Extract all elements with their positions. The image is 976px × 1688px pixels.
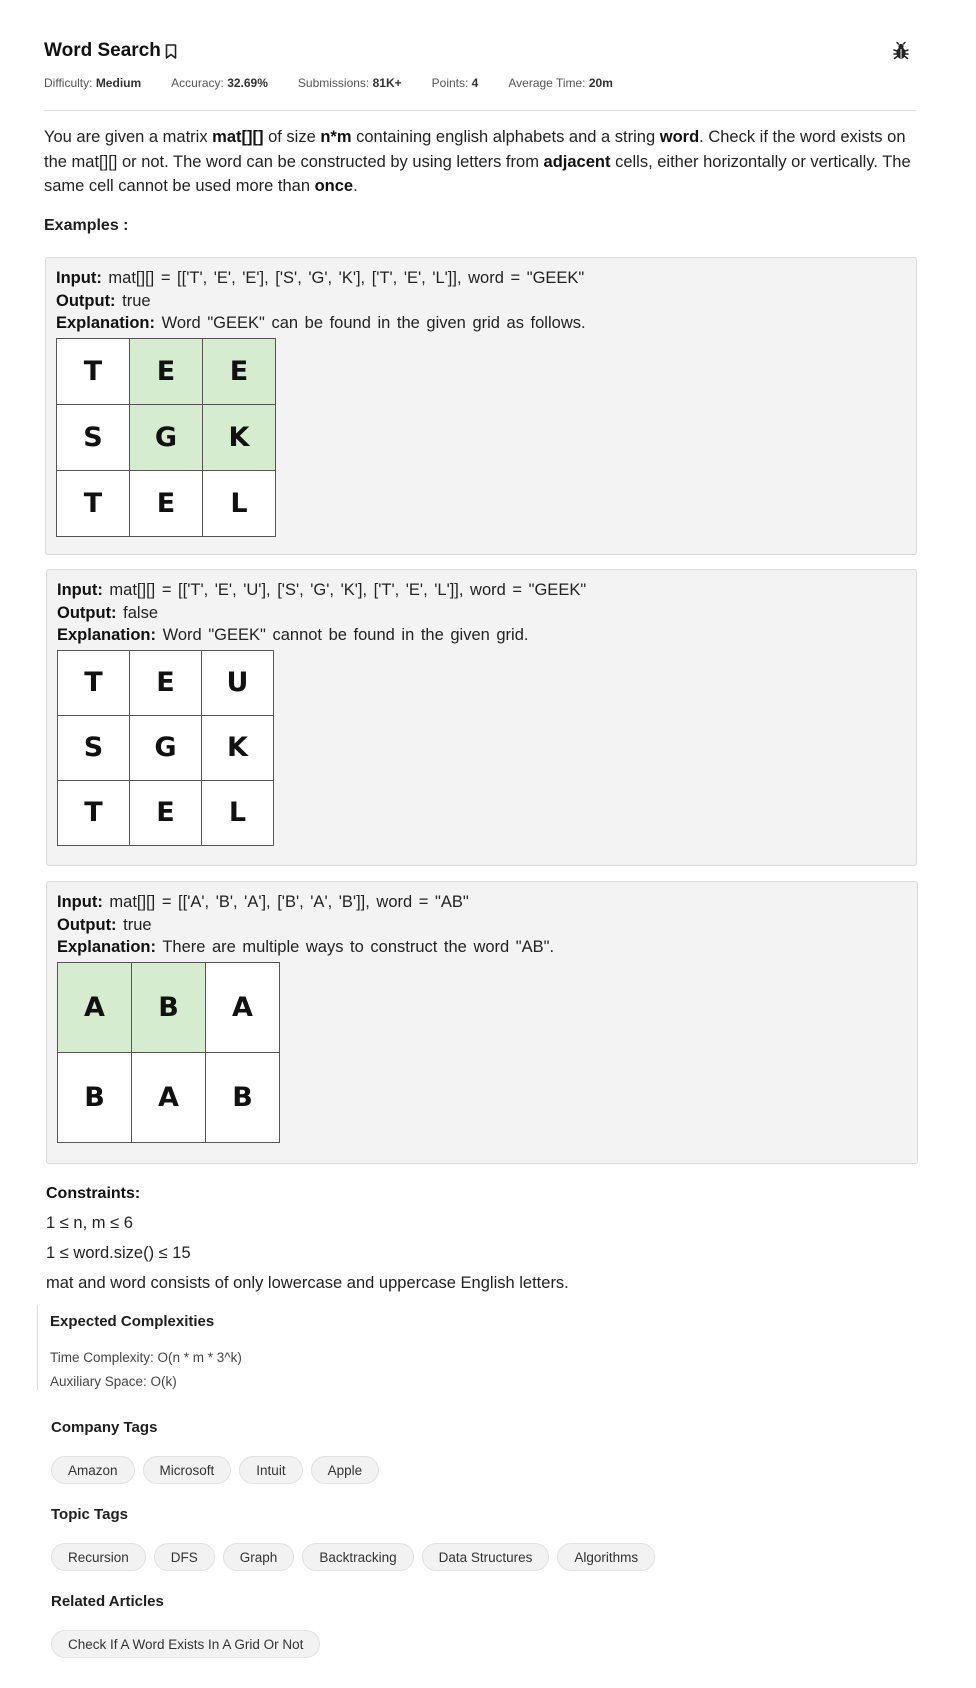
example-explanation: Explanation: There are multiple ways to … — [57, 938, 555, 956]
grid-cell: G — [129, 714, 202, 781]
title-row: Word Search — [44, 38, 916, 64]
grid-cell: B — [205, 1051, 280, 1143]
problem-statement: You are given a matrix mat[][] of size n… — [44, 128, 911, 195]
constraint-line: mat and word consists of only lowercase … — [46, 1274, 569, 1292]
grid-cell: S — [56, 403, 130, 471]
meta-accuracy: Accuracy: 32.69% — [171, 76, 268, 90]
example-grid: TEESGKTEL — [56, 337, 276, 537]
topic-tag[interactable]: Graph — [222, 1543, 295, 1571]
grid-row: TEL — [57, 779, 274, 846]
example-output: Output: true — [56, 291, 151, 310]
problem-title: Word Search — [44, 40, 161, 61]
example-grid: ABABAB — [57, 961, 280, 1143]
constraints-section: Constraints: 1 ≤ n, m ≤ 6 1 ≤ word.size(… — [46, 1185, 569, 1303]
complexities-heading: Expected Complexities — [50, 1313, 215, 1330]
grid-cell: S — [57, 714, 130, 781]
topic-tag[interactable]: Algorithms — [557, 1543, 656, 1571]
grid-cell: B — [131, 961, 206, 1053]
grid-cell: B — [57, 1051, 132, 1143]
grid-cell: T — [57, 779, 130, 846]
title-group: Word Search — [44, 40, 179, 62]
example-explanation: Explanation: Word "GEEK" can be found in… — [56, 314, 586, 332]
grid-cell: E — [129, 469, 203, 537]
auxiliary-space: Auxiliary Space: O(k) — [50, 1374, 177, 1389]
example-input: Input: mat[][] = [['T', 'E', 'E'], ['S',… — [56, 269, 585, 287]
bug-icon[interactable] — [890, 40, 912, 62]
grid-row: SGK — [57, 714, 274, 781]
grid-cell: E — [129, 649, 202, 716]
meta-difficulty: Difficulty: Medium — [44, 76, 142, 90]
example-2: Input: mat[][] = [['T', 'E', 'U'], ['S',… — [46, 569, 917, 866]
example-grid: TEUSGKTEL — [57, 649, 274, 846]
example-input: Input: mat[][] = [['T', 'E', 'U'], ['S',… — [57, 581, 587, 599]
grid-row: SGK — [56, 403, 276, 471]
header-divider — [44, 110, 916, 111]
meta-submissions: Submissions: 81K+ — [297, 76, 402, 90]
topic-tag[interactable]: DFS — [153, 1543, 215, 1571]
grid-cell: E — [202, 337, 276, 405]
grid-cell: A — [131, 1051, 206, 1143]
constraint-line: 1 ≤ n, m ≤ 6 — [46, 1214, 133, 1232]
grid-row: TEU — [57, 649, 274, 716]
grid-cell: L — [202, 469, 276, 537]
topic-tags-heading: Topic Tags — [51, 1506, 128, 1523]
grid-cell: A — [57, 961, 132, 1053]
company-tags-heading: Company Tags — [51, 1419, 158, 1436]
company-tag[interactable]: Microsoft — [142, 1456, 232, 1484]
grid-cell: T — [57, 649, 130, 716]
topic-tag[interactable]: Backtracking — [302, 1543, 414, 1571]
example-3: Input: mat[][] = [['A', 'B', 'A'], ['B',… — [46, 881, 918, 1164]
grid-cell: T — [56, 337, 130, 405]
grid-row: TEE — [56, 337, 276, 405]
constraints-heading: Constraints: — [46, 1185, 141, 1202]
company-tag[interactable]: Amazon — [51, 1456, 135, 1484]
topic-tag[interactable]: Data Structures — [421, 1543, 550, 1571]
expected-complexities: Expected Complexities Time Complexity: O… — [37, 1305, 242, 1390]
example-output: Output: false — [57, 603, 159, 622]
topic-tags: Recursion DFS Graph Backtracking Data St… — [51, 1543, 656, 1571]
grid-cell: U — [201, 649, 274, 716]
company-tags: Amazon Microsoft Intuit Apple — [51, 1456, 380, 1484]
constraint-line: 1 ≤ word.size() ≤ 15 — [46, 1244, 191, 1262]
example-1: Input: mat[][] = [['T', 'E', 'E'], ['S',… — [45, 257, 917, 555]
time-complexity: Time Complexity: O(n * m * 3^k) — [50, 1350, 242, 1365]
topic-tag[interactable]: Recursion — [51, 1543, 146, 1571]
related-article-link[interactable]: Check If A Word Exists In A Grid Or Not — [51, 1630, 321, 1658]
grid-row: BAB — [57, 1051, 280, 1143]
company-tag[interactable]: Apple — [310, 1456, 380, 1484]
grid-row: ABA — [57, 961, 280, 1053]
example-explanation: Explanation: Word "GEEK" cannot be found… — [57, 626, 529, 644]
problem-meta: Difficulty: Medium Accuracy: 32.69% Subm… — [44, 76, 916, 90]
grid-cell: T — [56, 469, 130, 537]
related-articles: Check If A Word Exists In A Grid Or Not — [51, 1630, 321, 1658]
related-articles-heading: Related Articles — [51, 1593, 164, 1610]
bookmark-icon[interactable] — [163, 42, 179, 60]
grid-cell: K — [202, 403, 276, 471]
grid-cell: L — [201, 779, 274, 846]
grid-cell: K — [201, 714, 274, 781]
grid-cell: G — [129, 403, 203, 471]
company-tag[interactable]: Intuit — [239, 1456, 303, 1484]
grid-cell: E — [129, 779, 202, 846]
examples-heading: Examples : — [44, 217, 129, 234]
meta-points: Points: 4 — [431, 76, 479, 90]
grid-cell: E — [129, 337, 203, 405]
meta-average-time: Average Time: 20m — [508, 76, 613, 90]
example-output: Output: true — [57, 915, 152, 934]
problem-header: Word Search Difficulty: Medium Accuracy:… — [44, 38, 916, 90]
grid-cell: A — [205, 961, 280, 1053]
example-input: Input: mat[][] = [['A', 'B', 'A'], ['B',… — [57, 893, 469, 911]
grid-row: TEL — [56, 469, 276, 537]
